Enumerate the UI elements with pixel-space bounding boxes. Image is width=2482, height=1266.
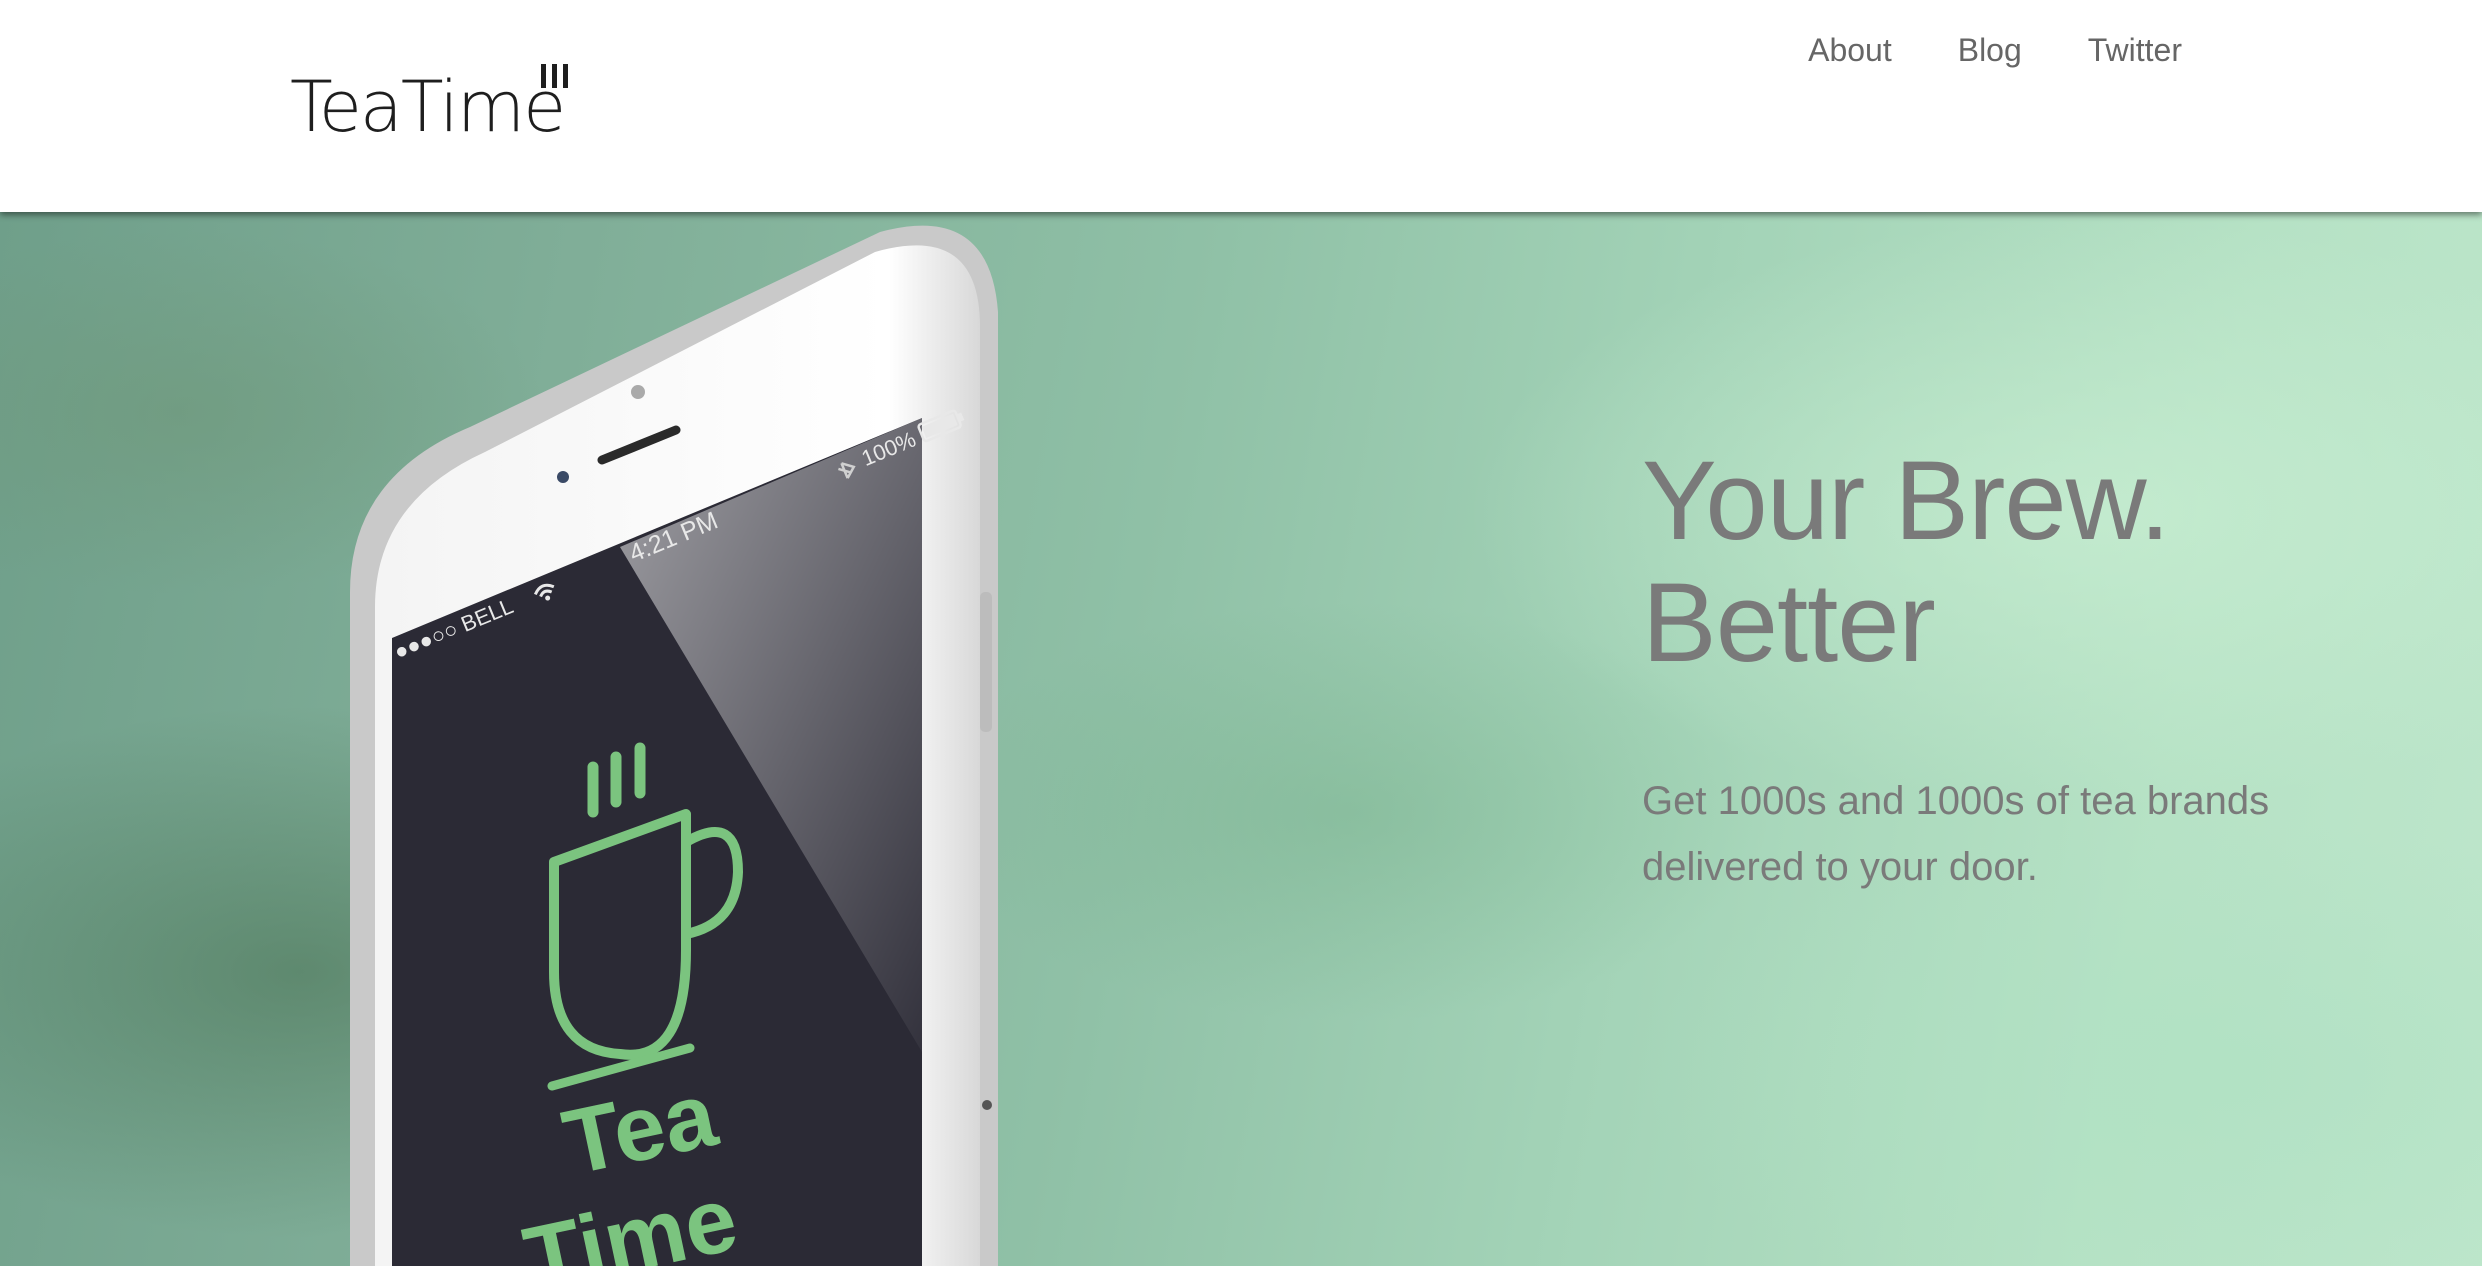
front-camera [631, 385, 645, 399]
volume-button [980, 592, 992, 732]
steam-icon [539, 64, 573, 90]
nav-blog-link[interactable]: Blog [1958, 32, 2022, 69]
hero-title-line1: Your Brew. [1642, 438, 2171, 563]
site-header: TeaTime About Blog Twitter [0, 0, 2482, 212]
phone-mockup: ●●●○○ BELL 4:21 PM 100% Tea Time [350, 225, 998, 1266]
hero-subtitle: Get 1000s and 1000s of tea brands delive… [1642, 779, 2270, 889]
nav-twitter-link[interactable]: Twitter [2088, 32, 2182, 69]
hero-section: ●●●○○ BELL 4:21 PM 100% Tea Time Your Br… [0, 212, 2482, 1266]
main-nav: About Blog Twitter [1808, 32, 2182, 69]
hero-title-line2: Better [1642, 560, 1936, 685]
hero-title: Your Brew. Better [1642, 438, 2171, 685]
logo[interactable]: TeaTime [290, 62, 568, 148]
nav-about-link[interactable]: About [1808, 32, 1892, 69]
logo-text: TeaTime [290, 66, 566, 148]
